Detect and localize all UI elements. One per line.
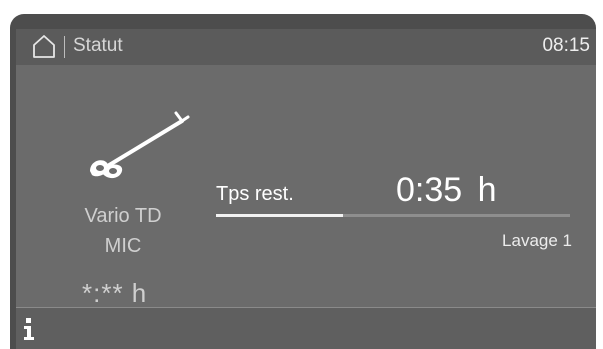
info-icon[interactable] [22, 317, 36, 341]
clock: 08:15 [542, 35, 590, 56]
program-variant: MIC [104, 235, 142, 257]
progress-bar-fill [216, 214, 344, 217]
header-divider [64, 36, 65, 58]
page-title: Statut [73, 35, 123, 56]
display-frame: Statut 08:15 Vario TD MIC *:** h Tps res… [10, 14, 596, 349]
progress-bar [216, 214, 570, 217]
program-name: Vario TD [84, 205, 162, 227]
main-area: Vario TD MIC *:** h Tps rest. 0:35 h Lav… [16, 65, 596, 308]
program-phase: Lavage 1 [502, 231, 572, 250]
program-duration: *:** h [82, 278, 148, 308]
remaining-time-label: Tps rest. [216, 183, 294, 205]
footer-bar [16, 307, 596, 349]
status-header: Statut 08:15 [16, 29, 596, 65]
display-screen: Statut 08:15 Vario TD MIC *:** h Tps res… [16, 29, 596, 349]
home-icon[interactable] [32, 34, 56, 58]
tool-icon [90, 111, 190, 179]
remaining-time-value: 0:35 h [396, 171, 497, 209]
